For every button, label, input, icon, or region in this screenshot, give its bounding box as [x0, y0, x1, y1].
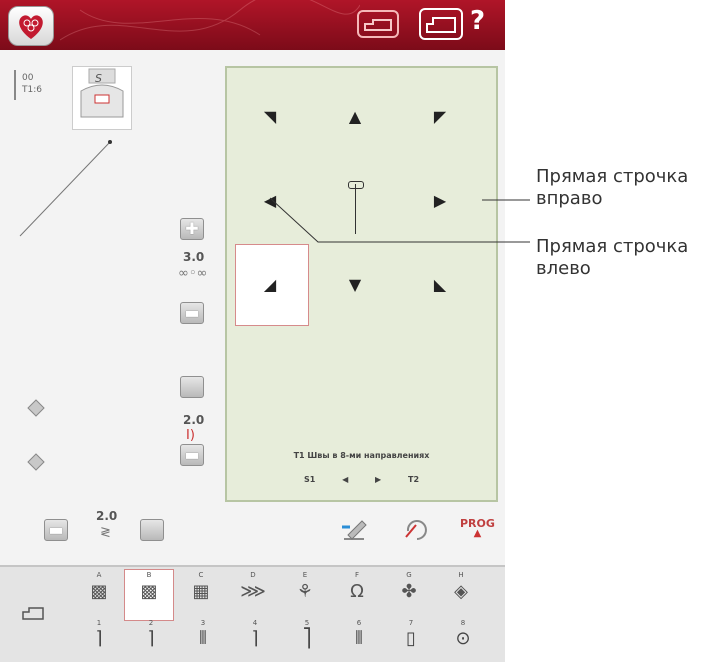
- callout-left: Прямая строчка влево: [536, 236, 688, 280]
- callout-lines: [269, 197, 530, 243]
- callout-left-line1: Прямая строчка: [536, 236, 689, 257]
- callout-left-line2: влево: [536, 258, 591, 279]
- callout-right-line1: Прямая строчка: [536, 166, 689, 187]
- callout-right: Прямая строчка вправо: [536, 166, 688, 210]
- callout-right-line2: вправо: [536, 188, 603, 209]
